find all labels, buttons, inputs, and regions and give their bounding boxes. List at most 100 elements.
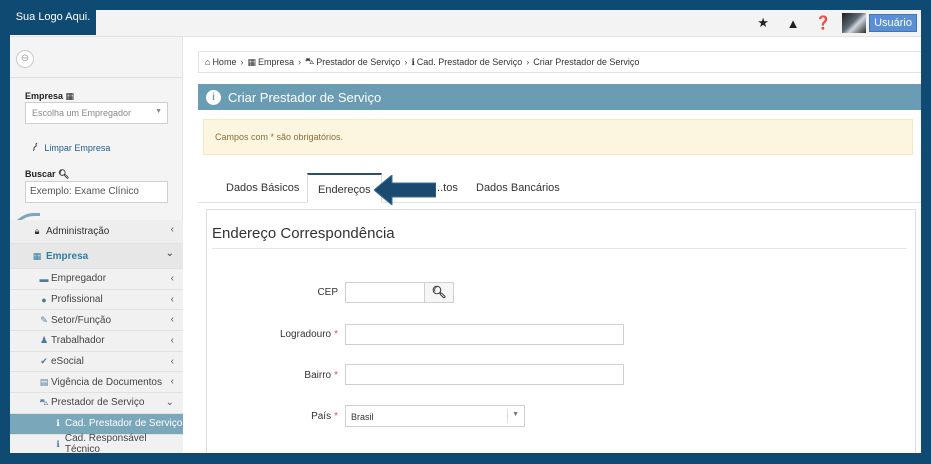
menu-item-label: Profissional bbox=[51, 294, 103, 306]
building-icon: ▦ bbox=[32, 250, 42, 261]
menu-item-empregador[interactable]: ▬ Empregador ‹ bbox=[10, 269, 183, 290]
info-icon: i bbox=[206, 89, 221, 105]
app-window: Sua Logo Aqui. ★ ▲ ❓ Usuário ⊖ Empresa ▦… bbox=[10, 10, 921, 453]
chevron-left-icon: ‹ bbox=[170, 293, 174, 305]
user-icon: ● bbox=[41, 294, 47, 305]
divider bbox=[212, 248, 907, 249]
tab-enderecos[interactable]: Endereços bbox=[307, 173, 382, 203]
cep-search-button[interactable]: 🔍︎ bbox=[424, 282, 454, 303]
divider bbox=[507, 409, 508, 423]
menu-item-label: Vigência de Documentos bbox=[51, 376, 162, 388]
cep-input[interactable] bbox=[345, 282, 425, 303]
info-icon: ℹ bbox=[411, 56, 415, 67]
tab-bar: Dados Básicos Endereços ...tos Dados Ban… bbox=[198, 165, 921, 203]
sidebar: ⊖ Empresa ▦ Escolha um Empregador ▼ ⌇ Li… bbox=[10, 37, 183, 453]
car-icon: ⛍ bbox=[39, 396, 49, 407]
menu-item-esocial[interactable]: ✔ eSocial ‹ bbox=[10, 351, 183, 373]
menu-item-empresa[interactable]: ▦ Empresa ⌄ bbox=[10, 244, 183, 269]
chevron-left-icon: ‹ bbox=[170, 273, 174, 284]
pais-label: País * bbox=[311, 411, 338, 422]
chevron-down-icon: ⌄ bbox=[165, 397, 174, 409]
chevron-left-icon: ‹ bbox=[170, 335, 174, 347]
chevron-left-icon: ‹ bbox=[170, 224, 174, 235]
menu-item-profissional[interactable]: ● Profissional ‹ bbox=[10, 289, 183, 311]
sidebar-toggle-icon[interactable]: ⊖ bbox=[16, 50, 34, 68]
main-content: ⌂ Home › ▦ Empresa › ⛍ Prestador de Serv… bbox=[198, 37, 921, 453]
tab-dados-basicos[interactable]: Dados Básicos bbox=[216, 173, 309, 203]
question-icon[interactable]: ❓ bbox=[808, 13, 838, 33]
menu-item-label: eSocial bbox=[51, 356, 84, 368]
empresa-select[interactable]: Escolha um Empregador ▼ bbox=[25, 102, 168, 124]
calendar-icon: ▤ bbox=[39, 376, 49, 387]
menu-item-setor-funcao[interactable]: ✎ Setor/Função ‹ bbox=[10, 310, 183, 332]
menu-item-label: Trabalhador bbox=[51, 335, 105, 347]
search-icon: 🔍︎ bbox=[431, 285, 447, 299]
page-title: Criar Prestador de Serviço bbox=[228, 89, 382, 105]
panel-header: i Criar Prestador de Serviço bbox=[198, 84, 921, 110]
person-icon: ♟ bbox=[39, 335, 49, 346]
check-icon: ✔ bbox=[40, 356, 48, 367]
wrench-icon: ✎ bbox=[40, 314, 48, 325]
highlight-arrow-icon bbox=[374, 175, 436, 205]
breadcrumb-home[interactable]: Home bbox=[212, 57, 236, 67]
user-button[interactable]: Usuário bbox=[869, 14, 917, 32]
menu-item-label: Setor/Função bbox=[51, 314, 112, 326]
chevron-down-icon: ⌄ bbox=[165, 248, 174, 259]
avatar[interactable] bbox=[842, 13, 867, 33]
sidebar-menu: 🔒︎ Administração ‹ ▦ Empresa ⌄ ▬ Emprega… bbox=[10, 220, 183, 453]
breadcrumb-empresa[interactable]: Empresa bbox=[258, 57, 294, 67]
empresa-label: Empresa ▦ bbox=[25, 91, 75, 101]
caret-down-icon: ▼ bbox=[155, 108, 162, 115]
pais-select[interactable]: Brasil ▼ bbox=[345, 405, 525, 427]
bairro-input[interactable] bbox=[345, 364, 624, 385]
logradouro-input[interactable] bbox=[345, 324, 624, 345]
breadcrumb-cad-prestador[interactable]: Cad. Prestador de Serviço bbox=[417, 57, 523, 67]
chevron-left-icon: ‹ bbox=[170, 376, 174, 388]
building-icon: ▦ bbox=[247, 56, 256, 67]
menu-item-label: Empregador bbox=[51, 273, 107, 285]
breadcrumb-current: Criar Prestador de Serviço bbox=[533, 57, 640, 67]
info-icon: ℹ bbox=[56, 418, 60, 429]
search-input[interactable]: Exemplo: Exame Clínico bbox=[25, 181, 168, 203]
clear-empresa-label: Limpar Empresa bbox=[44, 142, 111, 153]
broom-icon: ⌇ bbox=[29, 141, 40, 155]
divider bbox=[10, 77, 183, 78]
menu-item-prestador[interactable]: ⛍ Prestador de Serviço ⌄ bbox=[10, 393, 183, 414]
top-icons: ★ ▲ ❓ Usuário bbox=[748, 13, 917, 33]
star-icon[interactable]: ★ bbox=[748, 13, 778, 33]
logo-text: Sua Logo Aqui. bbox=[15, 11, 91, 23]
search-icon: 🔍︎ bbox=[58, 169, 70, 179]
logo[interactable]: Sua Logo Aqui. bbox=[10, 10, 96, 35]
breadcrumb-separator: › bbox=[404, 57, 408, 67]
menu-item-administracao[interactable]: 🔒︎ Administração ‹ bbox=[10, 220, 183, 244]
bairro-label: Bairro * bbox=[304, 370, 338, 381]
breadcrumb-separator: › bbox=[240, 57, 244, 67]
menu-item-cad-responsavel[interactable]: ℹ Cad. Responsável Técnico bbox=[10, 433, 183, 453]
clear-empresa-link[interactable]: ⌇ Limpar Empresa bbox=[29, 141, 111, 155]
menu-item-trabalhador[interactable]: ♟ Trabalhador ‹ bbox=[10, 331, 183, 352]
breadcrumb-separator: › bbox=[297, 57, 301, 67]
top-bar: Sua Logo Aqui. ★ ▲ ❓ Usuário bbox=[10, 10, 921, 37]
tab-dados-bancarios[interactable]: Dados Bancários bbox=[466, 173, 570, 203]
breadcrumb-prestador[interactable]: Prestador de Serviço bbox=[316, 57, 400, 67]
pais-select-value: Brasil bbox=[351, 412, 374, 422]
menu-item-label: Cad. Prestador de Serviço bbox=[65, 418, 183, 430]
menu-item-label: Administração bbox=[46, 226, 110, 237]
building-icon: ▦ bbox=[65, 91, 75, 101]
menu-item-label: Cad. Responsável Técnico bbox=[64, 433, 147, 453]
logradouro-label: Logradouro * bbox=[279, 329, 338, 340]
chevron-left-icon: ‹ bbox=[170, 314, 174, 326]
section-title: Endereço Correspondência bbox=[212, 225, 395, 242]
menu-item-label: Empresa bbox=[46, 250, 89, 262]
breadcrumb: ⌂ Home › ▦ Empresa › ⛍ Prestador de Serv… bbox=[198, 51, 921, 73]
briefcase-icon: ▬ bbox=[39, 273, 49, 284]
home-icon: ⌂ bbox=[205, 57, 211, 67]
cep-label: CEP bbox=[317, 287, 338, 298]
warning-icon[interactable]: ▲ bbox=[778, 13, 808, 33]
menu-item-cad-prestador[interactable]: ℹ Cad. Prestador de Serviço bbox=[10, 413, 183, 435]
empresa-select-value: Escolha um Empregador bbox=[32, 108, 132, 118]
menu-item-label: Prestador de Serviço bbox=[51, 397, 145, 409]
lock-icon: 🔒︎ bbox=[34, 226, 40, 236]
breadcrumb-separator: › bbox=[526, 57, 530, 67]
menu-item-vigencia[interactable]: ▤ Vigência de Documentos ‹ bbox=[10, 372, 183, 394]
